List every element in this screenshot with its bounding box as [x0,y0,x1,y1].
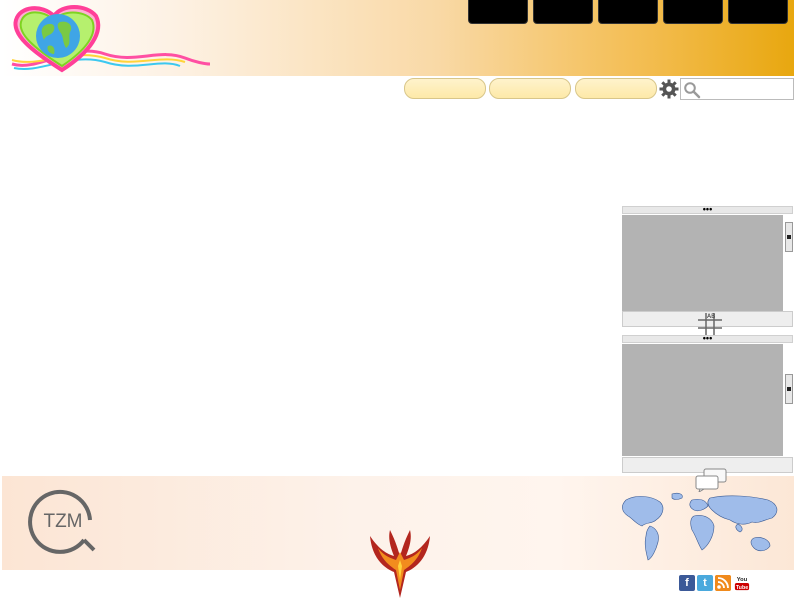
nav-tab-3[interactable] [598,0,658,24]
world-map[interactable] [612,490,796,568]
header-banner [2,0,794,76]
panel-2-content [622,344,783,456]
search-icon[interactable] [683,81,701,99]
toolbar-button-2[interactable] [489,78,571,99]
gear-icon[interactable] [659,79,679,99]
nav-tab-1[interactable] [468,0,528,24]
panel-1-content [622,215,783,311]
panel-1-menu[interactable]: ••• [622,205,793,214]
tzm-logo[interactable]: TZM [28,484,98,554]
panel-2-menu[interactable]: ••• [622,334,793,343]
nav-tab-2[interactable] [533,0,593,24]
heart-globe-logo[interactable] [10,2,210,74]
panel-2-scrollbar[interactable] [785,374,793,404]
chat-bubbles-icon[interactable] [694,468,728,492]
tzm-logo-text: TZM [43,511,82,532]
twitter-icon[interactable]: t [697,575,713,591]
facebook-icon[interactable]: f [679,575,695,591]
top-nav [468,0,788,24]
search-box [680,78,794,100]
nav-tab-4[interactable] [663,0,723,24]
toolbar-button-3[interactable] [575,78,657,99]
nav-tab-5[interactable] [728,0,788,24]
youtube-icon[interactable]: You Tube [733,575,751,591]
grid-icon-label: AB [707,313,715,320]
toolbar-button-1[interactable] [404,78,486,99]
svg-text:You: You [737,577,748,583]
search-input[interactable] [703,80,791,98]
hashtag-grid-icon[interactable]: AB [697,311,723,335]
panel-1-scrollbar[interactable] [785,222,793,252]
svg-text:Tube: Tube [736,585,748,591]
phoenix-icon [370,530,430,598]
rss-icon[interactable] [715,575,731,591]
